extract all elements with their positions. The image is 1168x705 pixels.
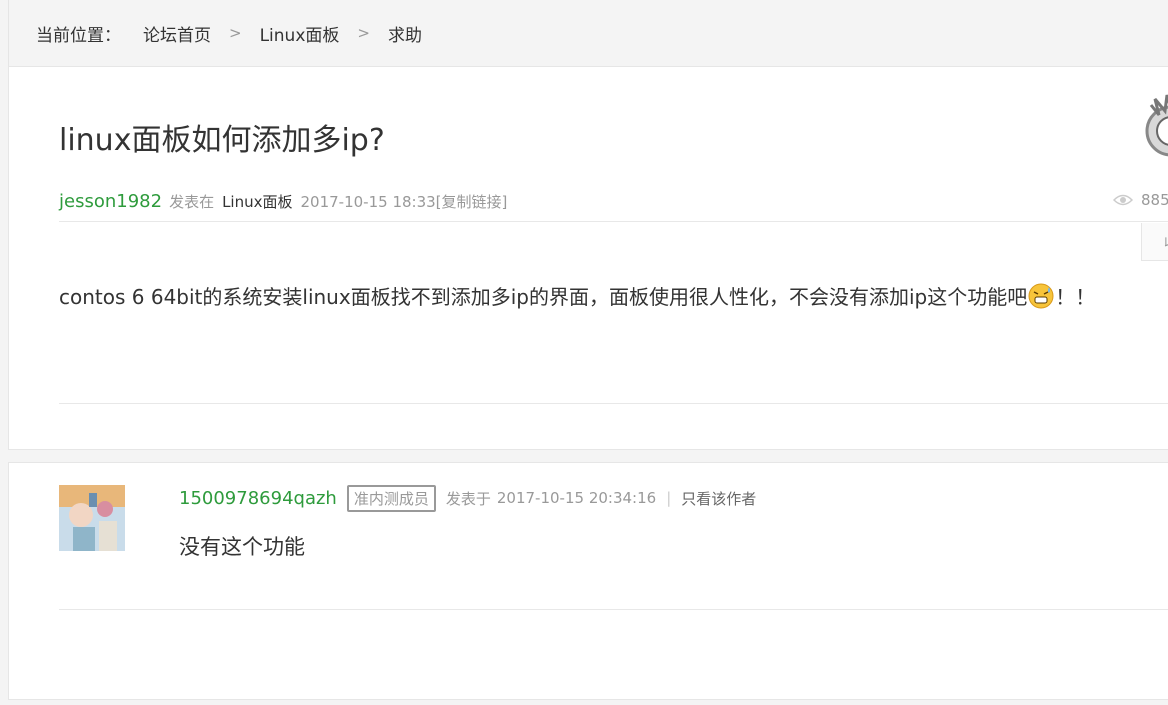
only-view-author-link[interactable]: 只看该作者 [681, 488, 756, 509]
post-author-link[interactable]: jesson1982 [59, 191, 162, 212]
posted-at-label: 发表于 [445, 489, 491, 508]
reply-timestamp: 2017-10-15 20:34:16 [496, 489, 657, 507]
view-count: 885 [1113, 191, 1168, 209]
post-meta: jesson1982 发表在 Linux面板 2017-10-15 18:33 … [59, 191, 508, 212]
breadcrumb-forum-home[interactable]: 论坛首页 [143, 21, 211, 46]
post-card: linux面板如何添加多ip? jesson1982 发表在 Linux面板 2… [8, 66, 1168, 450]
favorite-button[interactable]: 收 [1141, 223, 1168, 261]
post-timestamp: 2017-10-15 18:33 [300, 193, 436, 211]
meta-separator: | [666, 489, 672, 507]
reply-body: 没有这个功能 [179, 535, 305, 559]
decorative-badge-icon [1137, 93, 1168, 163]
divider [59, 609, 1168, 610]
breadcrumb-label: 当前位置： [36, 25, 121, 46]
copy-link-button[interactable]: [复制链接] [436, 191, 508, 212]
post-body-exclaim: ！！ [1055, 285, 1096, 309]
reply-meta: 1500978694qazh 准内测成员 发表于 2017-10-15 20:3… [179, 484, 756, 512]
reply-author-link[interactable]: 1500978694qazh [179, 488, 337, 509]
post-title: linux面板如何添加多ip? [59, 123, 385, 158]
view-count-value: 885 [1141, 191, 1168, 209]
avatar[interactable] [59, 485, 125, 551]
breadcrumb-separator: > [357, 24, 370, 42]
divider [59, 403, 1168, 404]
divider [59, 221, 1168, 222]
breadcrumb: 当前位置： 论坛首页 > Linux面板 > 求助 [8, 0, 1168, 66]
breadcrumb-linux-panel[interactable]: Linux面板 [260, 21, 340, 46]
post-body: contos 6 64bit的系统安装linux面板找不到添加多ip的界面，面板… [59, 281, 1095, 310]
eye-icon [1113, 194, 1133, 206]
posted-in-label: 发表在 [169, 193, 215, 211]
post-body-text: contos 6 64bit的系统安装linux面板找不到添加多ip的界面，面板… [59, 285, 1028, 309]
sweat-face-icon [1028, 283, 1054, 308]
reply-card: 1500978694qazh 准内测成员 发表于 2017-10-15 20:3… [8, 462, 1168, 700]
post-board-link[interactable]: Linux面板 [222, 191, 292, 212]
breadcrumb-help[interactable]: 求助 [388, 21, 422, 46]
user-group-badge: 准内测成员 [346, 484, 436, 512]
breadcrumb-separator: > [229, 24, 242, 42]
